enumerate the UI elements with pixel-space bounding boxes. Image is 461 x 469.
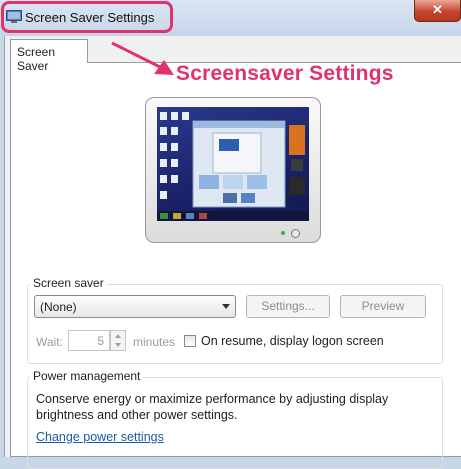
spin-down-arrow-icon[interactable] [115, 343, 121, 347]
close-button[interactable]: ✕ [414, 0, 461, 22]
chevron-down-icon [222, 304, 230, 309]
title-highlight-box [1, 1, 173, 33]
resume-logon-label[interactable]: On resume, display logon screen [201, 334, 384, 348]
power-management-description: Conserve energy or maximize performance … [36, 392, 389, 422]
screen-saver-selected: (None) [40, 300, 77, 314]
desktop-preview-image [157, 112, 309, 221]
preview-monitor [145, 97, 321, 243]
power-management-group-label: Power management [30, 369, 144, 383]
wait-minutes-input[interactable]: 5 [68, 330, 110, 351]
resume-logon-checkbox[interactable] [184, 335, 196, 347]
change-power-settings-link[interactable]: Change power settings [36, 430, 164, 444]
title-bar: Screen Saver Settings ✕ [0, 0, 461, 36]
preview-button[interactable]: Preview [340, 295, 426, 318]
settings-button[interactable]: Settings... [246, 295, 330, 318]
spin-up-arrow-icon[interactable] [115, 334, 121, 338]
minutes-label: minutes [133, 335, 176, 349]
power-indicator-icon [281, 231, 285, 235]
monitor-power-button-icon [291, 229, 300, 238]
annotation-callout: Screensaver Settings [176, 62, 394, 85]
screen-saver-dropdown[interactable]: (None) [34, 295, 236, 318]
screen-saver-group-label: Screen saver [30, 276, 107, 290]
tab-screen-saver[interactable]: Screen Saver [10, 39, 88, 73]
wait-label: Wait: [36, 335, 63, 349]
preview-screen [157, 107, 309, 221]
wait-spinner[interactable] [110, 330, 126, 351]
annotation-arrow-icon [111, 41, 174, 75]
